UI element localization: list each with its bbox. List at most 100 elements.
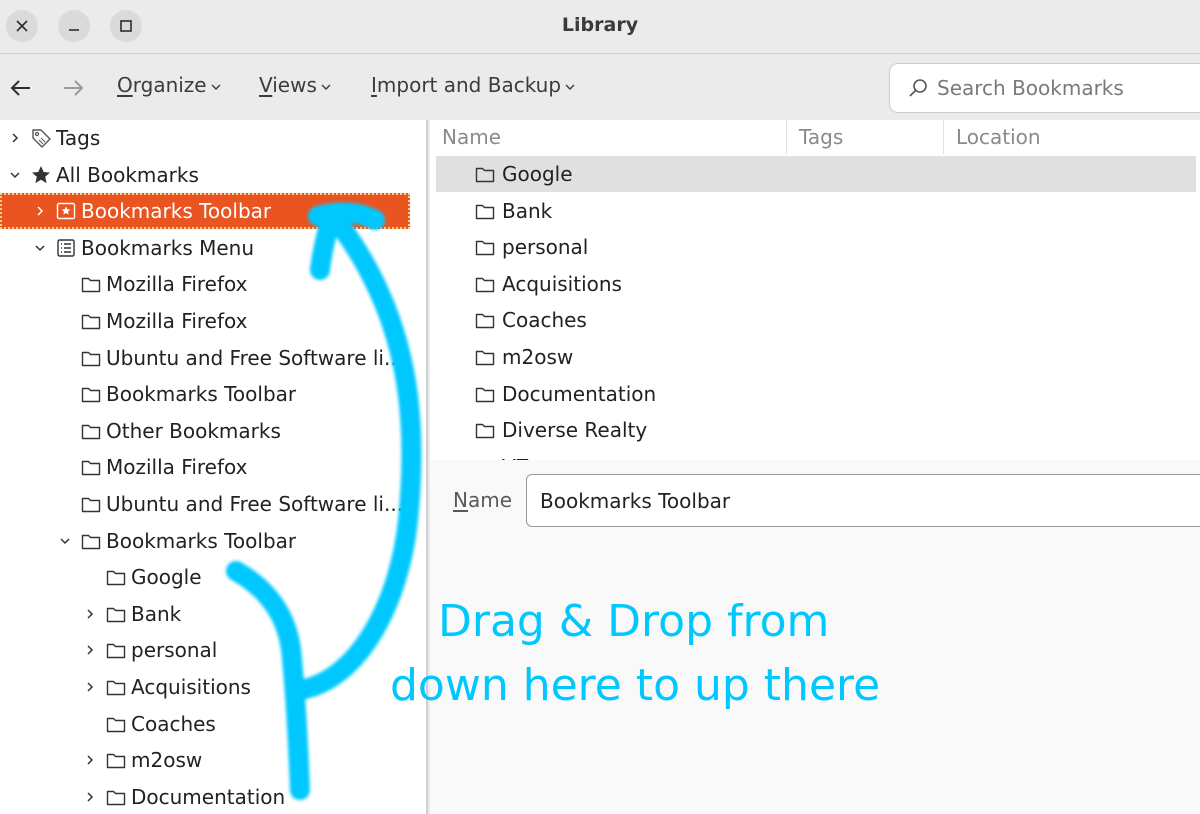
list-item-name: Acquisitions <box>502 271 622 296</box>
tree-item-label: Ubuntu and Free Software li... <box>106 345 404 370</box>
tree-item[interactable]: Mozilla Firefox <box>0 303 410 339</box>
tree-item[interactable]: Bookmarks Toolbar <box>0 523 410 559</box>
tree-item-label: Other Bookmarks <box>106 418 281 443</box>
tree-item[interactable]: personal <box>0 632 410 668</box>
chevron-right-icon[interactable] <box>83 753 97 767</box>
tree-item-label: Ubuntu and Free Software li... <box>106 492 404 516</box>
forward-button[interactable] <box>60 75 86 101</box>
folder-icon <box>474 309 496 331</box>
list-item[interactable]: Bank <box>436 193 1196 229</box>
views-menu-button[interactable]: Views <box>259 73 332 97</box>
tree-item[interactable]: Ubuntu and Free Software li... <box>0 486 410 522</box>
views-accel: V <box>259 73 273 97</box>
column-header-location[interactable]: Location <box>944 120 1200 154</box>
tree-item-label: Coaches <box>131 711 216 736</box>
folder-icon <box>80 310 102 332</box>
column-header-name[interactable]: Name <box>430 120 787 154</box>
bookmarks-menu-icon <box>55 237 77 259</box>
tree-item[interactable]: Mozilla Firefox <box>0 449 410 485</box>
folder-icon <box>105 786 127 808</box>
title-bar: Library <box>0 0 1200 54</box>
organize-menu-button[interactable]: Organize <box>117 73 222 97</box>
chevron-right-icon[interactable] <box>83 607 97 621</box>
tree-item[interactable]: Google <box>0 559 410 595</box>
tree-item-label: Mozilla Firefox <box>106 272 248 297</box>
search-input[interactable] <box>937 76 1197 100</box>
tag-icon <box>30 127 52 149</box>
name-field-label: Name <box>453 488 512 512</box>
folder-icon <box>105 566 127 588</box>
tree-item[interactable]: Bookmarks Toolbar <box>0 193 410 230</box>
import-backup-menu-button[interactable]: Import and Backup <box>371 73 576 97</box>
tree-item[interactable]: Other Bookmarks <box>0 413 410 449</box>
folder-icon <box>474 200 496 222</box>
back-button[interactable] <box>8 75 34 101</box>
tree-item[interactable]: Coaches <box>0 706 410 742</box>
tree-item-label: Bookmarks Toolbar <box>106 528 297 553</box>
folder-icon <box>474 273 496 295</box>
folder-icon <box>105 639 127 661</box>
tree-item[interactable]: Bookmarks Toolbar <box>0 376 410 412</box>
folder-icon <box>80 530 102 552</box>
import-label: mport and Backup <box>376 73 562 97</box>
chevron-down-icon[interactable] <box>8 168 22 182</box>
tree-item[interactable]: Ubuntu and Free Software li... <box>0 340 410 376</box>
tree-item[interactable]: Bank <box>0 596 410 632</box>
tree-item-label: m2osw <box>131 748 203 773</box>
toolbar: Organize Views Import and Backup <box>0 55 1200 120</box>
chevron-right-icon[interactable] <box>83 790 97 804</box>
tree-item[interactable]: Mozilla Firefox <box>0 266 410 302</box>
folder-icon <box>474 419 496 441</box>
search-icon <box>909 79 927 97</box>
tree-item[interactable]: Tags <box>0 120 410 156</box>
folder-icon <box>80 383 102 405</box>
folder-icon <box>105 713 127 735</box>
list-item-name: Bank <box>502 198 553 223</box>
bookmark-list: Name Tags Location Google Bank personal Acq… <box>430 120 1200 460</box>
chevron-down-icon <box>565 84 575 90</box>
chevron-down-icon[interactable] <box>58 534 72 548</box>
tree-item[interactable]: Bookmarks Menu <box>0 230 410 266</box>
list-item[interactable]: VZ <box>436 449 1196 460</box>
arrow-left-icon <box>10 80 30 96</box>
tree-item[interactable]: Acquisitions <box>0 669 410 705</box>
folder-tree: Tags All Bookmarks Bookmarks Toolbar Bookma… <box>0 120 428 814</box>
tree-item-label: Documentation <box>131 784 286 809</box>
tree-item-label: Mozilla Firefox <box>106 309 248 333</box>
list-item[interactable]: m2osw <box>436 339 1196 375</box>
list-item[interactable]: Acquisitions <box>436 266 1196 302</box>
list-item[interactable]: Documentation <box>436 376 1196 412</box>
chevron-right-icon[interactable] <box>83 643 97 657</box>
tree-item-label: Bookmarks Toolbar <box>81 199 272 224</box>
folder-icon <box>80 456 102 478</box>
organize-accel: O <box>117 73 133 97</box>
window-title: Library <box>561 14 639 36</box>
folder-icon <box>105 676 127 698</box>
chevron-right-icon[interactable] <box>83 680 97 694</box>
bookmarks-toolbar-icon <box>55 200 77 222</box>
chevron-down-icon[interactable] <box>33 241 47 255</box>
tree-item[interactable]: m2osw <box>0 742 410 778</box>
name-accel: N <box>453 488 468 512</box>
chevron-right-icon[interactable] <box>8 131 22 145</box>
tree-item-label: Acquisitions <box>131 675 251 699</box>
name-field[interactable] <box>526 474 1200 527</box>
organize-label: rganize <box>132 73 207 97</box>
tree-item-label: Bank <box>131 601 182 626</box>
tree-item[interactable]: All Bookmarks <box>0 157 410 193</box>
list-item[interactable]: Coaches <box>436 302 1196 338</box>
list-item[interactable]: Diverse Realty <box>436 412 1196 448</box>
chevron-right-icon[interactable] <box>33 204 47 218</box>
tree-item-label: All Bookmarks <box>56 162 199 187</box>
chevron-down-icon <box>321 84 331 90</box>
column-header-tags[interactable]: Tags <box>787 120 944 154</box>
tree-item-label: Bookmarks Menu <box>81 235 255 260</box>
list-item[interactable]: personal <box>436 229 1196 265</box>
list-item[interactable]: Google <box>436 156 1196 192</box>
search-box[interactable] <box>889 63 1200 113</box>
tree-item[interactable]: Documentation <box>0 779 410 814</box>
tree-item-label: Tags <box>56 126 101 150</box>
